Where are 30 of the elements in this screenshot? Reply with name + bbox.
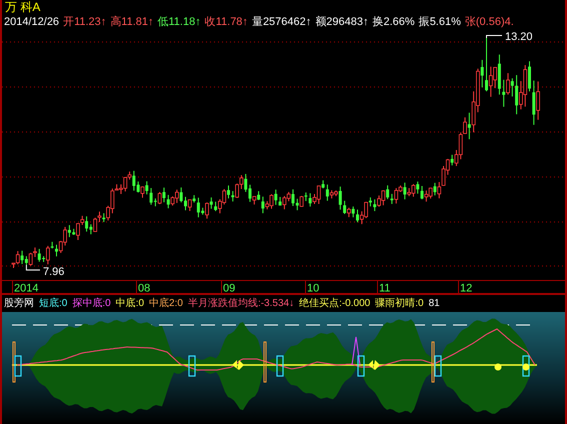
quote-date: 2014/12/26 [4, 15, 60, 30]
stock-title: 万 科A [5, 0, 40, 14]
quote-field: 高11.81↑ [110, 14, 154, 30]
indicator-value: 半月涨跌值均线:-3.534↓ [188, 296, 294, 311]
indicator-value: 中底2:0 [149, 296, 183, 311]
low-price-label: 7.96 [43, 266, 64, 278]
leader-line [26, 264, 40, 270]
month-label: 08 [138, 282, 150, 294]
month-label: 09 [223, 282, 236, 294]
leader-line [486, 35, 502, 38]
month-label: 11 [379, 282, 390, 294]
quote-field: 额296483↑ [315, 14, 368, 30]
indicator-value: 短底:0 [39, 296, 68, 311]
quote-field: 振5.61% [418, 14, 461, 30]
indicator-value: 中底:0 [116, 296, 144, 311]
month-label: 2014 [14, 282, 38, 294]
indicator-value: 绝佳买点:-0.000 [299, 296, 370, 311]
quote-field: 开11.23↑ [63, 14, 106, 30]
indicator-value: 股旁网 [4, 296, 34, 311]
indicator-value: 81 [428, 297, 440, 311]
high-price-label: 13.20 [505, 31, 533, 43]
indicator-value: 探中底:0 [72, 296, 111, 311]
quote-field: 换2.66% [372, 14, 415, 30]
indicator-value: 骤雨初晴:0 [375, 296, 424, 311]
quote-field: 低11.18↑ [158, 14, 201, 30]
month-label: 10 [307, 282, 320, 294]
quote-field: 张(0.56)4. [464, 14, 514, 30]
month-label: 12 [460, 282, 472, 294]
quote-field: 量2576462↑ [252, 14, 312, 30]
quote-field: 收11.78↑ [204, 14, 248, 30]
